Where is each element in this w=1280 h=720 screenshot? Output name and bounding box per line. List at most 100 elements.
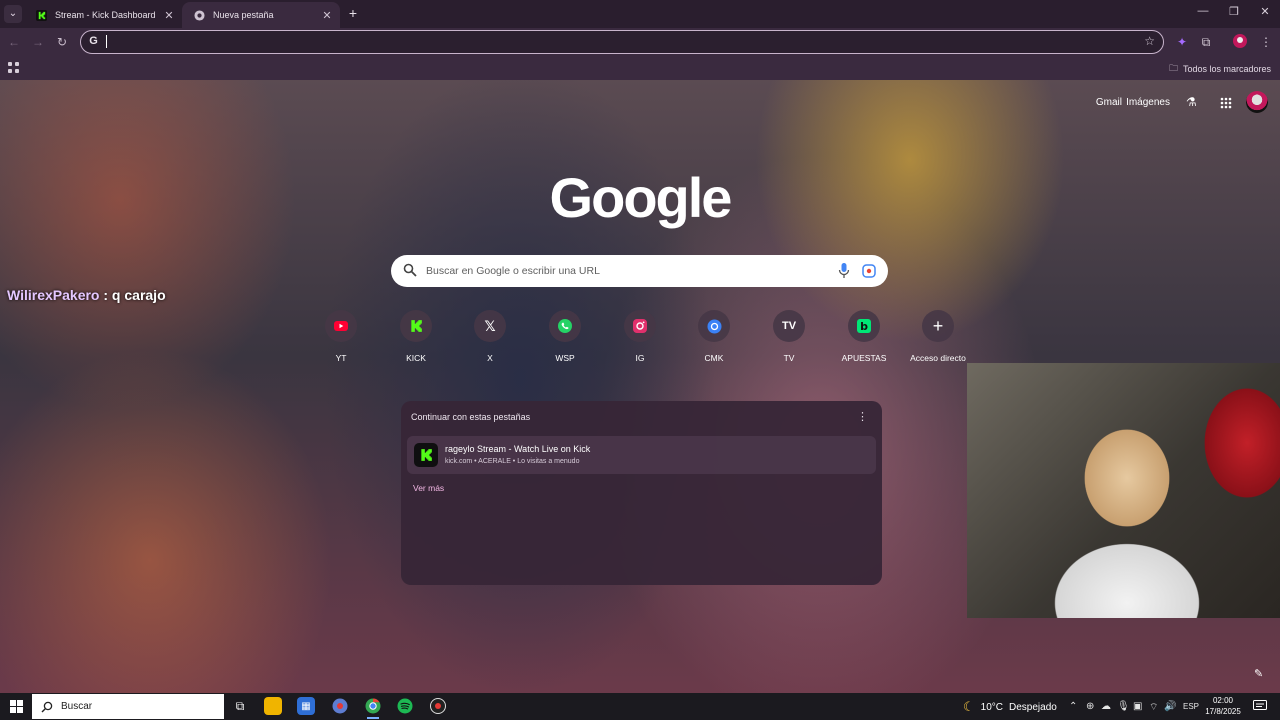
new-tab-button[interactable]: +	[345, 5, 361, 21]
forward-icon[interactable]: →	[30, 34, 46, 50]
tab-title: Stream - Kick Dashboard	[55, 10, 156, 20]
chat-username: WilirexPakero	[7, 287, 100, 303]
close-tab-icon[interactable]: ✕	[162, 9, 176, 22]
apps-grid-icon[interactable]	[8, 62, 19, 73]
new-tab-page: Gmail Imágenes ⚗ Google WilirexPakero : …	[0, 80, 1280, 693]
tab-title: Nueva pestaña	[213, 10, 274, 20]
wifi-icon[interactable]: ⌔	[1149, 701, 1158, 714]
webcam-overlay	[967, 363, 1280, 618]
store-icon[interactable]: ▦	[297, 697, 315, 715]
tab-strip: ⌄ Stream - Kick Dashboard ✕ Nueva pestañ…	[0, 0, 1280, 28]
minimize-icon[interactable]: —	[1193, 5, 1213, 17]
labs-flask-icon[interactable]: ⚗	[1186, 95, 1200, 109]
tray-chevron-icon[interactable]: ⌃	[1069, 701, 1077, 712]
tray-mic-icon[interactable]: 🎙	[1117, 701, 1130, 712]
address-input[interactable]	[105, 34, 1135, 50]
address-bar[interactable]: G ☆	[80, 30, 1164, 54]
task-view-icon[interactable]: ⧉	[231, 697, 249, 715]
shortcut-add[interactable]: + Acceso directo	[908, 310, 968, 363]
extension-purple-icon[interactable]: ✦	[1174, 34, 1190, 50]
extensions-puzzle-icon[interactable]: ⧉	[1198, 34, 1214, 50]
chat-message: : q carajo	[99, 287, 166, 303]
search-input[interactable]	[426, 264, 826, 278]
reload-icon[interactable]: ↻	[54, 34, 70, 50]
shortcut-yt[interactable]: YT	[311, 310, 371, 363]
weather-temp: 10°C	[980, 701, 1003, 713]
tradingview-icon: TV	[773, 310, 805, 342]
google-lens-icon[interactable]	[862, 264, 876, 278]
card-menu-icon[interactable]: ⋮	[857, 410, 868, 423]
google-apps-icon[interactable]	[1220, 97, 1232, 109]
kebab-menu-icon[interactable]: ⋮	[1258, 34, 1274, 50]
tab-kick-dashboard[interactable]: Stream - Kick Dashboard ✕	[24, 2, 182, 28]
gmail-link[interactable]: Gmail	[1096, 97, 1122, 108]
search-icon	[41, 701, 53, 712]
top-links: Gmail Imágenes ⚗	[0, 91, 1280, 115]
tab-new-tab[interactable]: Nueva pestaña ✕	[182, 2, 340, 28]
youtube-icon	[325, 310, 357, 342]
windows-start-icon[interactable]	[10, 700, 23, 713]
shortcut-x[interactable]: 𝕏 X	[460, 310, 520, 363]
continue-tabs-card: Continuar con estas pestañas ⋮ rageylo S…	[401, 401, 882, 585]
messenger-icon	[698, 310, 730, 342]
shortcut-kick[interactable]: KICK	[386, 310, 446, 363]
taskbar: Buscar ⧉ ▦ ☾ 10°C Despejado ⌃ ⊕ ☁ 🎙 ▣ ⌔ …	[0, 693, 1280, 720]
see-more-link[interactable]: Ver más	[413, 483, 444, 493]
kick-icon	[400, 310, 432, 342]
system-clock[interactable]: 02:00 17/8/2025	[1205, 695, 1241, 717]
account-avatar[interactable]	[1246, 91, 1268, 113]
close-tab-icon[interactable]: ✕	[320, 9, 334, 22]
clock-date: 17/8/2025	[1205, 707, 1241, 716]
shortcut-tv[interactable]: TV TV	[759, 310, 819, 363]
spotify-icon[interactable]	[396, 697, 414, 715]
google-search-box[interactable]	[391, 255, 888, 287]
screen: ⌄ Stream - Kick Dashboard ✕ Nueva pestañ…	[0, 0, 1280, 720]
instagram-icon	[624, 310, 656, 342]
shortcut-label: APUESTAS	[841, 353, 887, 363]
shortcut-label: KICK	[406, 353, 426, 363]
text-caret	[106, 35, 107, 48]
volume-icon[interactable]: 🔊	[1164, 701, 1176, 712]
google-logo: Google	[549, 166, 733, 229]
shortcut-ig[interactable]: IG	[610, 310, 670, 363]
profile-avatar-icon[interactable]	[1232, 34, 1248, 50]
tray-network-app-icon[interactable]: ☁	[1101, 701, 1111, 712]
taskbar-search[interactable]: Buscar	[32, 694, 224, 719]
file-explorer-icon[interactable]	[264, 697, 282, 715]
shortcut-cmk[interactable]: CMK	[684, 310, 744, 363]
back-icon[interactable]: ←	[6, 34, 22, 50]
chrome-profile-icon[interactable]	[331, 697, 349, 715]
tray-cam-icon[interactable]: ▣	[1133, 701, 1142, 712]
notifications-icon[interactable]	[1253, 700, 1267, 712]
tab-search-chevron-icon[interactable]: ⌄	[4, 5, 22, 23]
shortcut-label: WSP	[555, 353, 575, 363]
all-bookmarks[interactable]: 🗀 Todos los marcadores	[1169, 61, 1271, 77]
whatsapp-icon	[549, 310, 581, 342]
shortcut-label: CMK	[704, 353, 724, 363]
plus-icon: +	[922, 310, 954, 342]
continue-tab-item[interactable]: rageylo Stream - Watch Live on Kick kick…	[407, 436, 876, 474]
bookmarks-bar: 🗀 Todos los marcadores	[0, 56, 1280, 80]
kick-icon	[36, 9, 47, 21]
weather-desc: Despejado	[1009, 701, 1057, 713]
x-icon: 𝕏	[474, 310, 506, 342]
shortcut-apuestas[interactable]: b APUESTAS	[834, 310, 894, 363]
google-g-icon: G	[89, 35, 98, 47]
shortcut-wsp[interactable]: WSP	[535, 310, 595, 363]
images-link[interactable]: Imágenes	[1126, 97, 1170, 108]
chrome-icon[interactable]	[364, 697, 382, 719]
shortcut-label: TV	[783, 353, 795, 363]
customize-pencil-icon[interactable]: ✎	[1254, 667, 1268, 681]
language-indicator[interactable]: ESP	[1183, 702, 1199, 711]
shortcut-label: YT	[335, 353, 347, 363]
chrome-icon	[194, 9, 205, 21]
obs-icon[interactable]	[429, 697, 447, 715]
shortcut-label: IG	[635, 353, 645, 363]
bet-icon: b	[848, 310, 880, 342]
close-window-icon[interactable]: ✕	[1255, 5, 1275, 18]
tray-app-icon[interactable]: ⊕	[1086, 701, 1094, 712]
weather-widget[interactable]: ☾ 10°C Despejado	[963, 699, 1057, 715]
microphone-icon[interactable]	[838, 263, 850, 279]
restore-icon[interactable]: ❐	[1224, 5, 1244, 18]
bookmark-star-icon[interactable]: ☆	[1144, 34, 1155, 48]
